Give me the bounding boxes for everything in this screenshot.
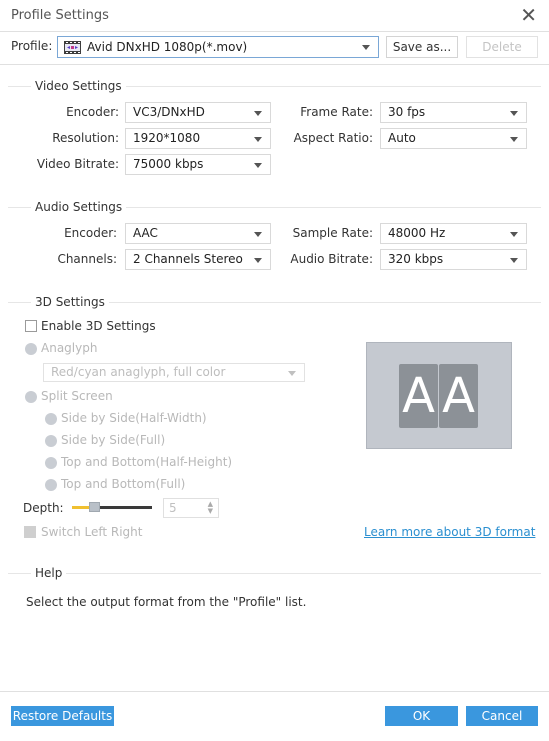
video-encoder-label: Encoder: [66,105,119,119]
window-title: Profile Settings [11,8,109,23]
audio-bitrate-label: Audio Bitrate: [290,252,373,266]
save-as-button[interactable]: Save as... [386,36,458,58]
sample-rate-dropdown[interactable]: 48000 Hz [380,223,527,244]
anaglyph-mode-value: Red/cyan anaglyph, full color [51,365,226,379]
resolution-value: 1920*1080 [133,131,201,145]
profile-label: Profile: [11,39,53,53]
side-by-side-full-label: Side by Side(Full) [61,433,166,447]
divider [0,691,549,692]
audio-encoder-dropdown[interactable]: AAC [125,223,271,244]
cancel-button[interactable]: Cancel [466,706,538,726]
audio-settings-title: Audio Settings [31,200,127,214]
chevron-down-icon [362,45,370,50]
chevron-down-icon [510,111,518,116]
split-screen-label: Split Screen [41,389,113,403]
top-bottom-half-label: Top and Bottom(Half-Height) [61,455,233,469]
video-encoder-value: VC3/DNxHD [133,105,205,119]
anaglyph-radio[interactable] [25,343,37,355]
video-bitrate-value: 75000 kbps [133,157,204,171]
video-settings-title: Video Settings [31,79,126,93]
top-bottom-full-radio[interactable] [45,479,57,491]
channels-label: Channels: [57,252,117,266]
frame-rate-label: Frame Rate: [300,105,373,119]
aspect-ratio-dropdown[interactable]: Auto [380,128,527,149]
aspect-ratio-label: Aspect Ratio: [293,131,373,145]
sample-rate-value: 48000 Hz [388,226,446,240]
frame-rate-value: 30 fps [388,105,426,119]
sample-rate-label: Sample Rate: [292,226,373,240]
divider [0,64,549,65]
side-by-side-half-radio[interactable] [45,413,57,425]
help-group-line [8,573,541,574]
audio-encoder-label: Encoder: [64,226,117,240]
top-bottom-half-radio[interactable] [45,457,57,469]
help-title: Help [31,566,67,580]
chevron-down-icon [510,137,518,142]
chevron-down-icon [510,258,518,263]
audio-bitrate-value: 320 kbps [388,252,444,266]
channels-value: 2 Channels Stereo [133,252,243,266]
anaglyph-mode-dropdown[interactable]: Red/cyan anaglyph, full color [43,363,305,382]
aspect-ratio-value: Auto [388,131,416,145]
chevron-down-icon [254,258,262,263]
chevron-down-icon [510,232,518,237]
depth-value: 5 [169,501,177,515]
audio-encoder-value: AAC [133,226,158,240]
3d-settings-title: 3D Settings [31,295,109,309]
enable-3d-label: Enable 3D Settings [41,319,156,333]
video-bitrate-dropdown[interactable]: 75000 kbps [125,154,271,175]
resolution-dropdown[interactable]: 1920*1080 [125,128,271,149]
chevron-down-icon [254,232,262,237]
chevron-down-icon [254,137,262,142]
learn-more-3d-link[interactable]: Learn more about 3D format [364,525,535,539]
depth-slider-thumb[interactable] [89,502,100,512]
enable-3d-checkbox[interactable] [25,320,37,332]
preview-letter-left: A [399,364,438,428]
help-text: Select the output format from the "Profi… [26,595,307,609]
side-by-side-full-radio[interactable] [45,435,57,447]
divider [0,31,549,32]
audio-bitrate-dropdown[interactable]: 320 kbps [380,249,527,270]
chevron-down-icon [254,111,262,116]
split-screen-radio[interactable] [25,391,37,403]
depth-slider-track[interactable] [92,506,152,509]
chevron-down-icon [254,163,262,168]
depth-spinbox[interactable]: 5 ▲ ▼ [163,498,219,518]
switch-left-right-checkbox[interactable] [24,526,36,538]
close-icon[interactable]: ✕ [520,4,537,26]
film-icon [64,41,81,54]
profile-value: Avid DNxHD 1080p(*.mov) [87,40,248,54]
delete-button[interactable]: Delete [466,36,538,58]
anaglyph-label: Anaglyph [41,341,98,355]
chevron-down-icon [288,371,296,376]
title-bar: Profile Settings ✕ [0,0,549,32]
video-encoder-dropdown[interactable]: VC3/DNxHD [125,102,271,123]
channels-dropdown[interactable]: 2 Channels Stereo [125,249,271,270]
top-bottom-full-label: Top and Bottom(Full) [61,477,186,491]
profile-dropdown[interactable]: Avid DNxHD 1080p(*.mov) [57,36,379,58]
preview-letter-right: A [439,364,478,428]
depth-label: Depth: [23,501,64,515]
switch-left-right-label: Switch Left Right [41,525,143,539]
frame-rate-dropdown[interactable]: 30 fps [380,102,527,123]
3d-preview: A A [366,342,512,449]
video-bitrate-label: Video Bitrate: [36,157,119,171]
side-by-side-half-label: Side by Side(Half-Width) [61,411,207,425]
ok-button[interactable]: OK [385,706,458,726]
spin-arrows-icon[interactable]: ▲ ▼ [208,501,213,515]
resolution-label: Resolution: [52,131,119,145]
restore-defaults-button[interactable]: Restore Defaults [11,706,114,726]
